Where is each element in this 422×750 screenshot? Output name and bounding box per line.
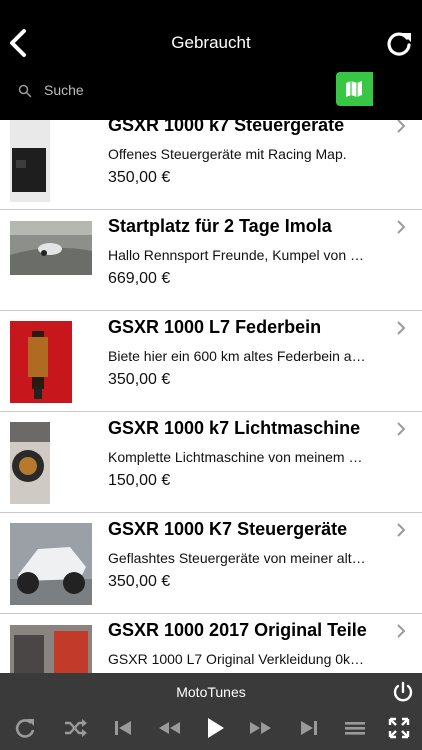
item-description: GSXR 1000 L7 Original Verkleidung 0k… — [108, 651, 365, 667]
shuffle-button[interactable] — [62, 715, 88, 741]
play-button[interactable] — [202, 715, 228, 741]
skip-back-button[interactable] — [110, 715, 136, 741]
item-title: GSXR 1000 k7 Lichtmaschine — [108, 418, 361, 438]
skip-forward-icon — [301, 721, 317, 735]
list-item[interactable]: GSXR 1000 k7 Lichtmaschine Komplette Lic… — [0, 413, 422, 513]
item-title: GSXR 1000 k7 Steuergeräte — [108, 120, 345, 135]
header: Gebraucht Suche — [0, 0, 422, 120]
chevron-right-icon — [397, 624, 406, 638]
refresh-icon — [387, 32, 411, 56]
item-price: 350,00 € — [108, 573, 171, 590]
shuffle-icon — [65, 719, 87, 737]
list-item[interactable]: GSXR 1000 K7 Steuergeräte Geflashtes Ste… — [0, 514, 422, 614]
fullscreen-icon — [388, 717, 410, 739]
repeat-icon — [15, 719, 35, 738]
music-player: MotoTunes — [0, 673, 422, 750]
map-icon — [346, 81, 362, 97]
menu-icon — [345, 722, 365, 735]
skip-forward-button[interactable] — [296, 715, 322, 741]
item-title: GSXR 1000 2017 Original Teile — [108, 620, 367, 640]
item-title: GSXR 1000 L7 Federbein — [108, 317, 322, 337]
search-icon — [18, 84, 32, 98]
chevron-right-icon — [397, 220, 406, 234]
chevron-right-icon — [397, 120, 406, 133]
skip-back-icon — [115, 721, 131, 735]
listing-list: GSXR 1000 k7 Steuergeräte Offenes Steuer… — [0, 120, 422, 673]
menu-button[interactable] — [342, 715, 368, 741]
item-price: 150,00 € — [108, 472, 171, 489]
item-description: Geflashtes Steuergeräte von meiner alt… — [108, 550, 366, 566]
item-thumbnail — [10, 625, 92, 673]
map-view-button[interactable] — [336, 72, 373, 106]
list-item[interactable]: GSXR 1000 k7 Steuergeräte Offenes Steuer… — [0, 120, 422, 210]
item-price: 350,00 € — [108, 169, 171, 186]
refresh-button[interactable] — [385, 29, 413, 57]
rewind-icon — [159, 722, 180, 734]
list-item[interactable]: GSXR 1000 L7 Federbein Biete hier ein 60… — [0, 312, 422, 412]
fullscreen-button[interactable] — [386, 715, 412, 741]
item-thumbnail — [10, 523, 92, 605]
chevron-right-icon — [397, 321, 406, 335]
item-description: Komplette Lichtmaschine von meinem … — [108, 449, 363, 465]
play-icon — [208, 718, 224, 738]
list-item[interactable]: GSXR 1000 2017 Original Teile GSXR 1000 … — [0, 615, 422, 673]
fast-forward-button[interactable] — [248, 715, 274, 741]
item-price: 350,00 € — [108, 371, 171, 388]
item-description: Hallo Rennsport Freunde, Kumpel von … — [108, 247, 365, 263]
chevron-right-icon — [397, 523, 406, 537]
item-price: 669,00 € — [108, 270, 171, 287]
view-toggle — [336, 72, 410, 106]
chevron-right-icon — [397, 422, 406, 436]
item-description: Biete hier ein 600 km altes Federbein a… — [108, 348, 366, 364]
fast-forward-icon — [250, 722, 271, 734]
repeat-button[interactable] — [12, 715, 38, 741]
power-icon — [393, 681, 413, 702]
item-thumbnail — [10, 120, 92, 202]
item-title: Startplatz für 2 Tage Imola — [108, 216, 332, 236]
item-title: GSXR 1000 K7 Steuergeräte — [108, 519, 348, 539]
item-thumbnail — [10, 422, 50, 504]
search-field[interactable]: Suche — [14, 78, 314, 104]
search-placeholder: Suche — [44, 82, 84, 98]
rewind-button[interactable] — [156, 715, 182, 741]
item-description: Offenes Steuergeräte mit Racing Map. — [108, 146, 347, 162]
page-title: Gebraucht — [171, 33, 251, 52]
player-title: MotoTunes — [176, 684, 246, 700]
item-thumbnail — [10, 321, 72, 403]
power-button[interactable] — [392, 681, 414, 703]
list-item[interactable]: Startplatz für 2 Tage Imola Hallo Rennsp… — [0, 211, 422, 311]
item-thumbnail — [10, 221, 92, 275]
